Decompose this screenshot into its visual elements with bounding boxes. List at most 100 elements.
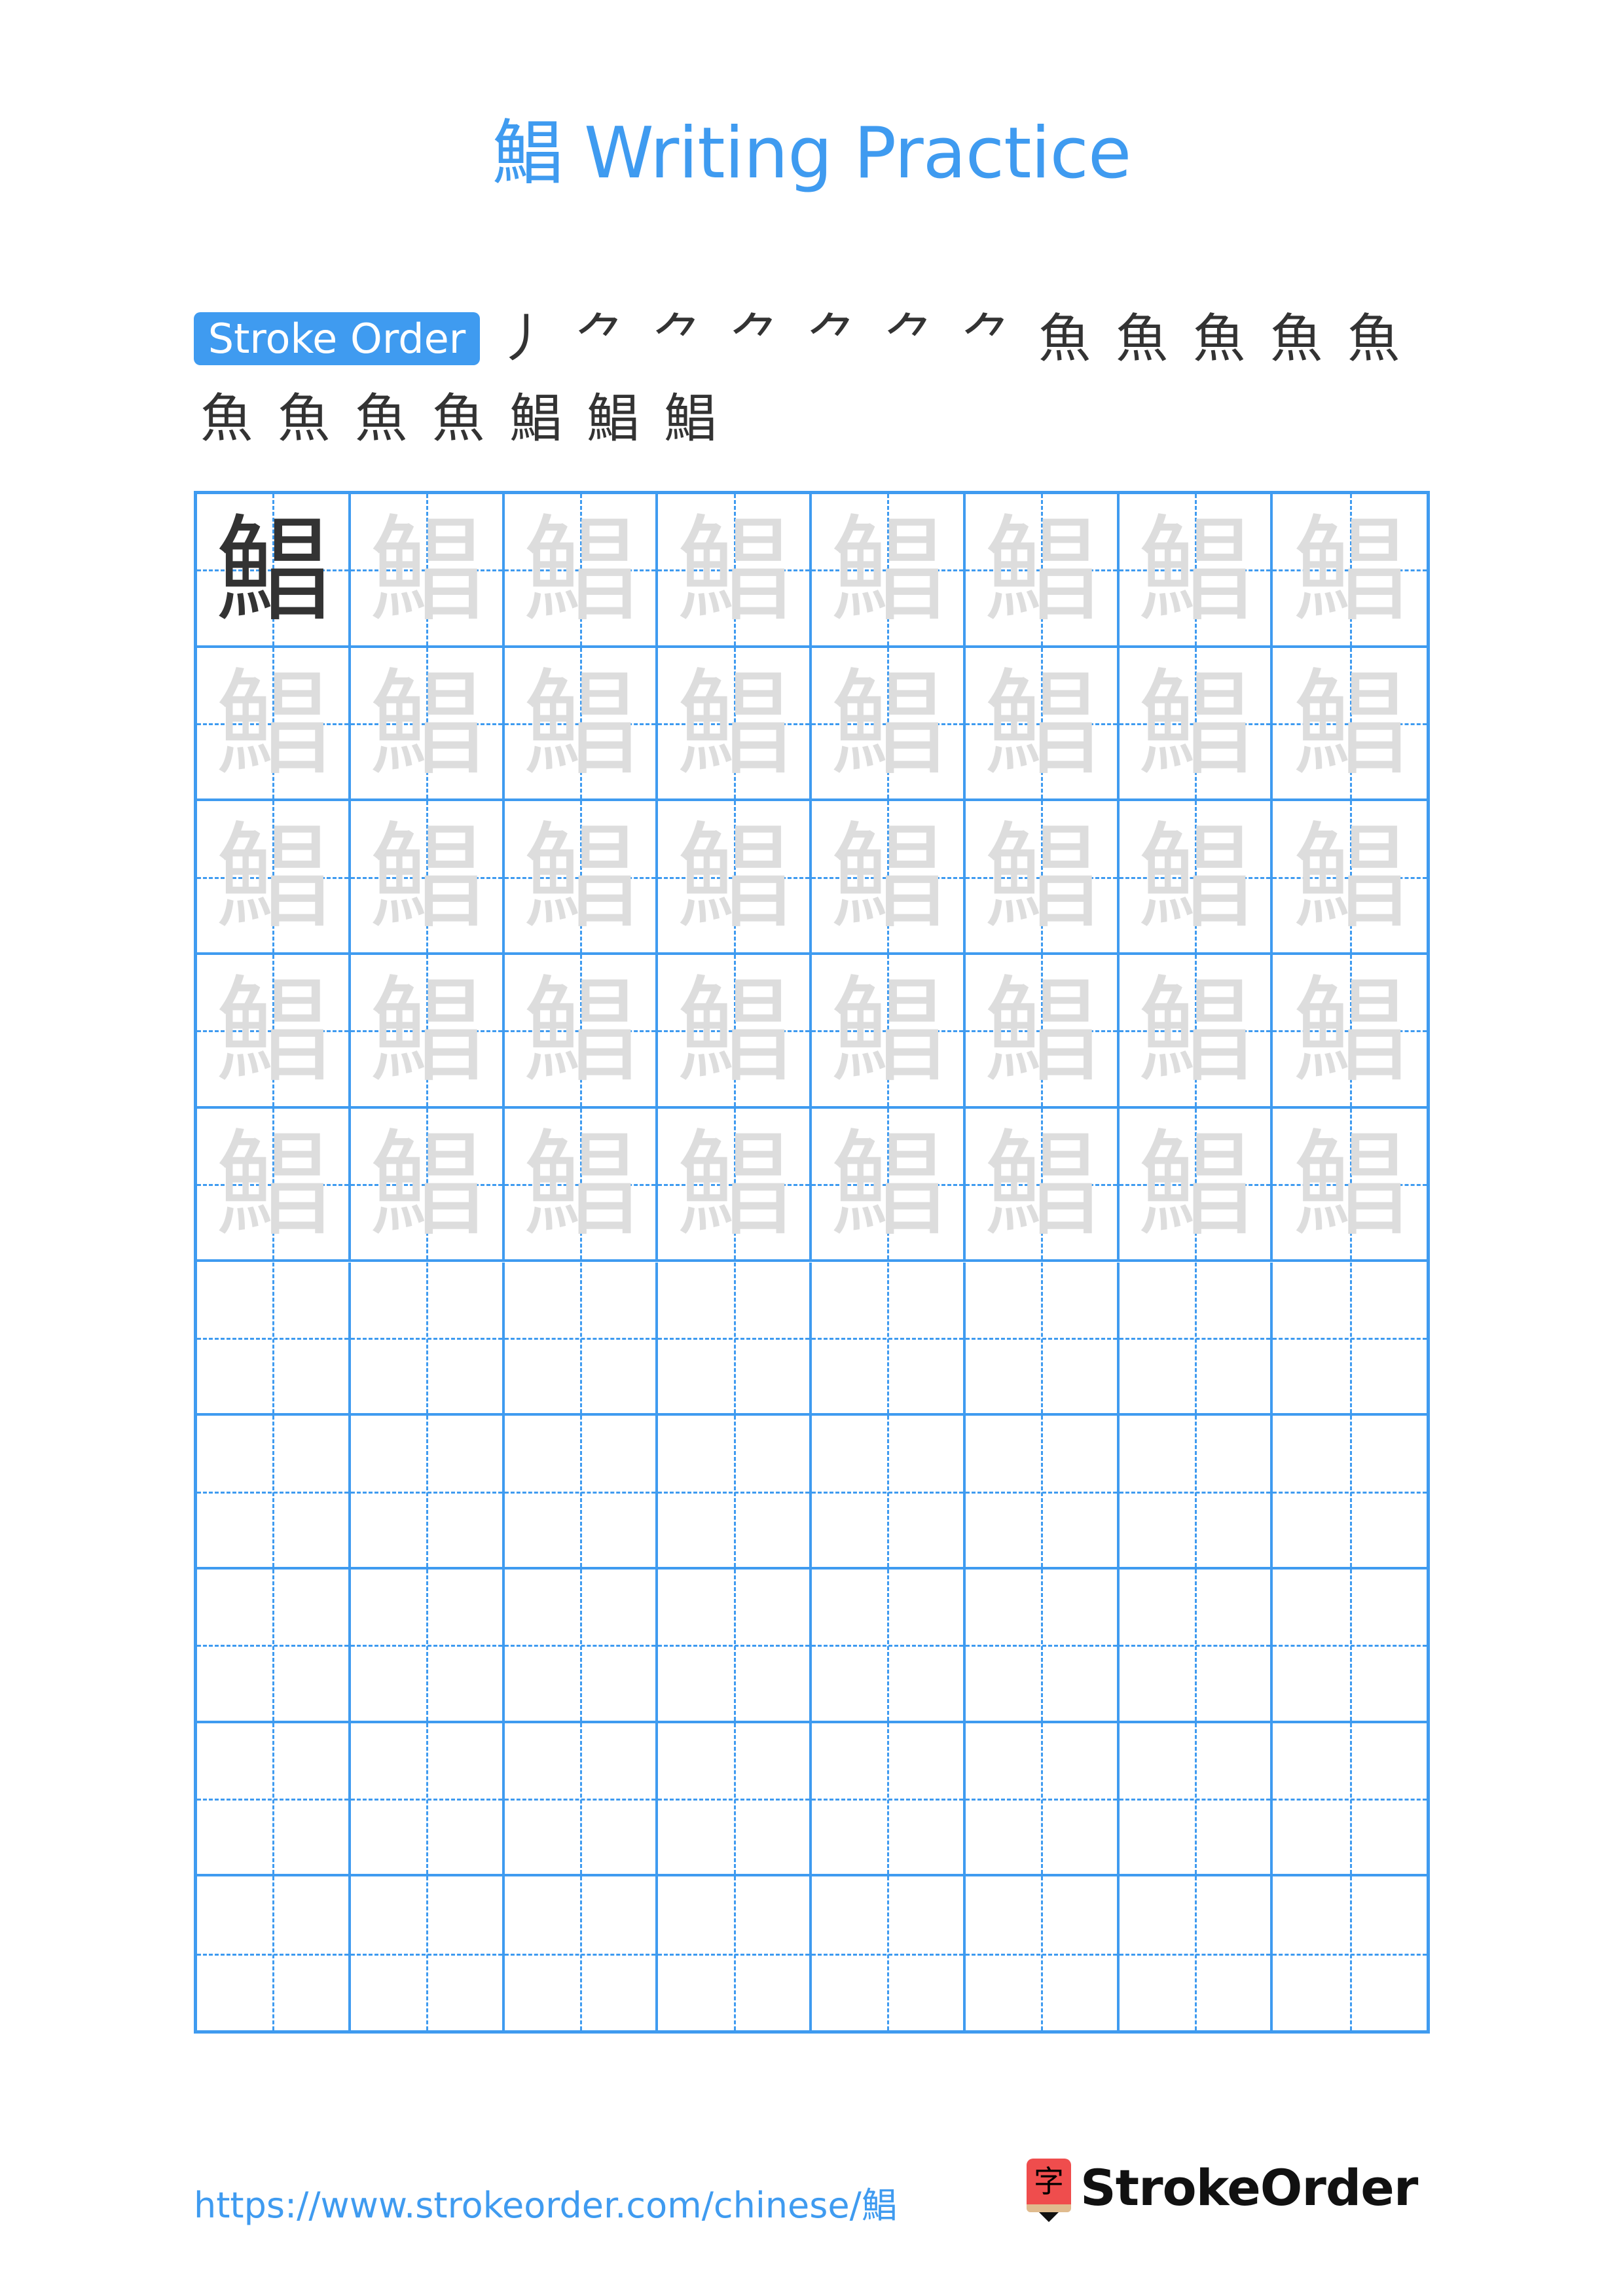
stroke-step-glyph: 魚 [200,388,253,449]
practice-cell[interactable] [350,1723,505,1877]
practice-cell[interactable]: 鯧 [350,1108,505,1263]
practice-cell[interactable] [1119,1723,1273,1877]
practice-cell[interactable]: 鯧 [1273,1108,1427,1263]
practice-cell[interactable]: 鯧 [350,955,505,1109]
practice-cell[interactable] [1273,1416,1427,1570]
practice-cell[interactable]: 鯧 [504,647,659,802]
practice-cell[interactable]: 鯧 [1119,647,1273,802]
practice-cell[interactable]: 鯧 [658,494,812,648]
trace-character: 鯧 [1137,503,1252,637]
vertical-guide-line [579,1876,582,2030]
practice-cell[interactable]: 鯧 [1119,955,1273,1109]
practice-cell[interactable] [658,1416,812,1570]
practice-cell[interactable] [504,1569,659,1723]
practice-cell[interactable] [350,1416,505,1570]
practice-cell[interactable] [1273,1876,1427,2030]
practice-cell[interactable] [658,1876,812,2030]
practice-cell[interactable] [1119,1876,1273,2030]
practice-cell[interactable]: 鯧 [197,955,351,1109]
vertical-guide-line [1194,1569,1197,1721]
practice-cell[interactable]: 鯧 [350,494,505,648]
practice-cell[interactable] [812,1569,966,1723]
source-url-link[interactable]: https://www.strokeorder.com/chinese/鯧 [194,2179,897,2232]
practice-cell[interactable] [812,1262,966,1416]
practice-cell[interactable]: 鯧 [504,1108,659,1263]
practice-cell[interactable] [658,1723,812,1877]
trace-character: 鯧 [1292,964,1408,1099]
vertical-guide-line [272,1723,275,1874]
practice-cell[interactable] [197,1569,351,1723]
practice-cell[interactable] [812,1723,966,1877]
practice-cell[interactable]: 鯧 [504,494,659,648]
trace-character: 鯧 [1137,964,1252,1099]
practice-cell[interactable] [1273,1569,1427,1723]
practice-cell[interactable] [658,1262,812,1416]
practice-cell[interactable] [965,1569,1120,1723]
practice-cell[interactable] [965,1416,1120,1570]
practice-cell[interactable]: 鯧 [350,801,505,956]
practice-cell[interactable] [197,1723,351,1877]
practice-cell[interactable]: 鯧 [658,955,812,1109]
practice-cell[interactable]: 鯧 [965,955,1120,1109]
practice-cell[interactable]: 鯧 [812,801,966,956]
practice-cell[interactable] [350,1876,505,2030]
practice-cell[interactable] [1273,1723,1427,1877]
practice-cell[interactable]: 鯧 [1273,955,1427,1109]
practice-cell[interactable] [965,1876,1120,2030]
practice-cell[interactable] [504,1262,659,1416]
practice-cell[interactable]: 鯧 [965,494,1120,648]
practice-cell[interactable] [1119,1416,1273,1570]
practice-cell[interactable]: 鯧 [658,647,812,802]
trace-character: 鯧 [983,656,1099,791]
trace-character: 鯧 [369,810,484,945]
practice-cell[interactable] [350,1569,505,1723]
trace-character: 鯧 [369,503,484,637]
practice-cell[interactable]: 鯧 [658,1108,812,1263]
practice-cell[interactable]: 鯧 [197,494,351,648]
practice-cell[interactable]: 鯧 [965,647,1120,802]
practice-cell[interactable] [812,1416,966,1570]
practice-cell[interactable] [504,1723,659,1877]
practice-cell[interactable] [1119,1569,1273,1723]
stroke-step-glyph: ⺈ [807,308,859,369]
practice-cell[interactable]: 鯧 [1119,494,1273,648]
practice-cell[interactable]: 鯧 [1119,1108,1273,1263]
practice-cell[interactable] [965,1723,1120,1877]
practice-cell[interactable]: 鯧 [504,801,659,956]
practice-cell[interactable] [197,1876,351,2030]
practice-grid: 鯧鯧鯧鯧鯧鯧鯧鯧鯧鯧鯧鯧鯧鯧鯧鯧鯧鯧鯧鯧鯧鯧鯧鯧鯧鯧鯧鯧鯧鯧鯧鯧鯧鯧鯧鯧鯧鯧鯧鯧 [194,491,1430,2034]
practice-cell[interactable] [812,1876,966,2030]
trace-character: 鯧 [215,1117,331,1252]
practice-cell[interactable] [504,1416,659,1570]
practice-cell[interactable]: 鯧 [1273,494,1427,648]
vertical-guide-line [426,1569,429,1721]
practice-cell[interactable] [1273,1262,1427,1416]
practice-cell[interactable]: 鯧 [1273,647,1427,802]
practice-cell[interactable] [965,1262,1120,1416]
practice-cell[interactable]: 鯧 [812,1108,966,1263]
practice-cell[interactable]: 鯧 [658,801,812,956]
practice-cell[interactable]: 鯧 [197,647,351,802]
stroke-step-glyph: 魚 [278,388,330,449]
practice-cell[interactable]: 鯧 [197,1108,351,1263]
practice-cell[interactable]: 鯧 [1119,801,1273,956]
practice-cell[interactable]: 鯧 [812,647,966,802]
practice-cell[interactable] [504,1876,659,2030]
practice-cell[interactable] [658,1569,812,1723]
practice-cell[interactable] [197,1262,351,1416]
strokeorder-logo[interactable]: 字 StrokeOrder [1027,2159,1446,2222]
practice-cell[interactable]: 鯧 [197,801,351,956]
practice-cell[interactable] [197,1416,351,1570]
practice-cell[interactable]: 鯧 [812,494,966,648]
practice-cell[interactable]: 鯧 [1273,801,1427,956]
practice-cell[interactable]: 鯧 [350,647,505,802]
practice-cell[interactable]: 鯧 [812,955,966,1109]
practice-cell[interactable]: 鯧 [504,955,659,1109]
practice-cell[interactable]: 鯧 [965,801,1120,956]
practice-cell[interactable]: 鯧 [965,1108,1120,1263]
trace-character: 鯧 [522,964,638,1099]
practice-cell[interactable] [1119,1262,1273,1416]
practice-cell[interactable] [350,1262,505,1416]
vertical-guide-line [272,1876,275,2030]
vertical-guide-line [887,1569,890,1721]
